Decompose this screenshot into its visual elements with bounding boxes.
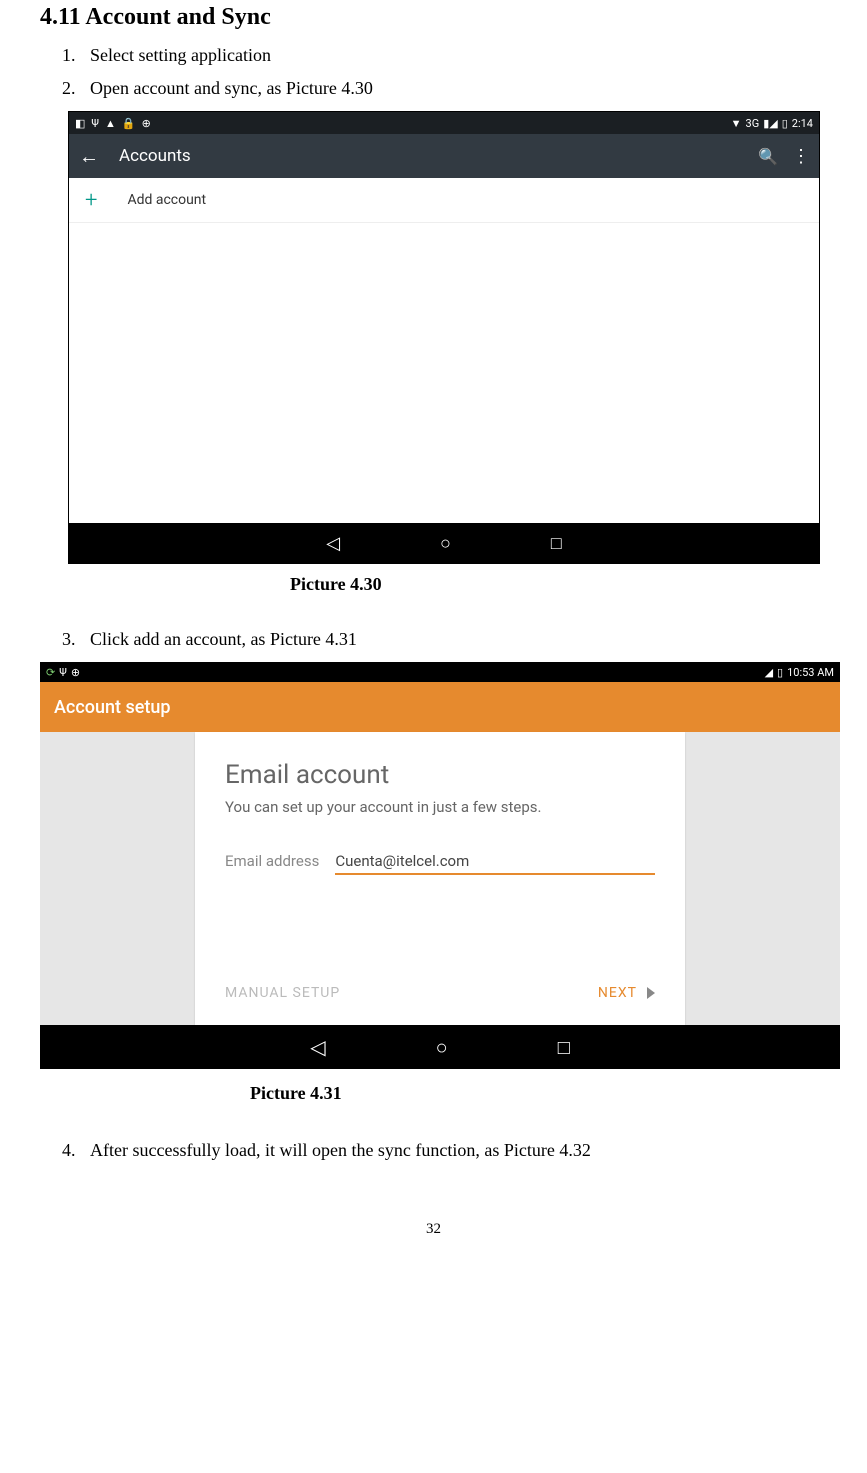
usb-icon: Ψ [59, 666, 67, 679]
step-3: Click add an account, as Picture 4.31 [80, 629, 827, 650]
clock: 10:53 AM [787, 666, 834, 679]
signal-icon: ▮◢ [763, 117, 778, 130]
nav-recent-icon[interactable]: □ [551, 533, 562, 554]
nav-bar: ◁ ○ □ [40, 1025, 840, 1069]
step-2: Open account and sync, as Picture 4.30 [80, 78, 827, 99]
nav-home-icon[interactable]: ○ [440, 533, 451, 554]
sync-icon: ⟳ [46, 666, 55, 679]
steps-list: Select setting application Open account … [60, 45, 827, 99]
nav-back-icon[interactable]: ◁ [310, 1035, 325, 1059]
notification-icon: ◧ [75, 117, 85, 130]
step-4: After successfully load, it will open th… [80, 1140, 827, 1161]
nav-back-icon[interactable]: ◁ [326, 533, 340, 554]
card-title: Email account [225, 760, 655, 790]
screenshot-account-setup: ⟳ Ψ ⊕ ◢ ▯ 10:53 AM Account setup Email a… [40, 662, 840, 1069]
plus-icon: + [85, 188, 97, 213]
step-1: Select setting application [80, 45, 827, 66]
email-input[interactable]: Cuenta@itelcel.com [335, 852, 655, 875]
network-label: 3G [746, 117, 760, 130]
email-field-row: Email address Cuenta@itelcel.com [225, 852, 655, 875]
email-label: Email address [225, 852, 319, 870]
add-account-label: Add account [127, 192, 206, 208]
search-icon[interactable]: 🔍 [758, 147, 778, 166]
empty-area [69, 223, 819, 523]
overflow-menu-icon[interactable]: ⋮ [792, 146, 809, 167]
android-icon: ⊕ [142, 117, 151, 130]
lock-icon: 🔒 [122, 117, 136, 130]
usb-icon: Ψ [91, 117, 99, 130]
steps-list-2: Click add an account, as Picture 4.31 [60, 629, 827, 650]
nav-bar: ◁ ○ □ [69, 523, 819, 563]
caption-430: Picture 4.30 [40, 574, 827, 595]
appbar-title: Accounts [119, 146, 758, 166]
wifi-icon: ▼ [731, 117, 742, 130]
android-icon: ⊕ [71, 666, 80, 679]
manual-setup-button[interactable]: MANUAL SETUP [225, 985, 340, 1001]
setup-header: Account setup [40, 682, 840, 732]
next-button[interactable]: NEXT [598, 985, 655, 1001]
email-card: Email account You can set up your accoun… [195, 732, 685, 1025]
signal-icon: ◢ [765, 666, 773, 679]
status-bar: ⟳ Ψ ⊕ ◢ ▯ 10:53 AM [40, 662, 840, 682]
card-subtitle: You can set up your account in just a fe… [225, 798, 655, 816]
battery-icon: ▯ [782, 117, 788, 130]
battery-icon: ▯ [777, 666, 783, 679]
back-icon[interactable]: ← [79, 144, 99, 169]
chevron-right-icon [647, 987, 655, 999]
nav-recent-icon[interactable]: □ [558, 1035, 570, 1060]
screenshot-accounts: ◧ Ψ ▲ 🔒 ⊕ ▼ 3G ▮◢ ▯ 2:14 ← Accounts 🔍 ⋮ … [68, 111, 820, 564]
caption-431: Picture 4.31 [40, 1083, 827, 1104]
steps-list-3: After successfully load, it will open th… [60, 1140, 827, 1161]
nav-home-icon[interactable]: ○ [436, 1035, 448, 1060]
app-bar: ← Accounts 🔍 ⋮ [69, 134, 819, 178]
content-area: Email account You can set up your accoun… [40, 732, 840, 1025]
clock: 2:14 [792, 117, 813, 130]
debug-icon: ▲ [105, 117, 116, 130]
status-bar: ◧ Ψ ▲ 🔒 ⊕ ▼ 3G ▮◢ ▯ 2:14 [69, 112, 819, 134]
page-number: 32 [40, 1221, 827, 1238]
section-heading: 4.11 Account and Sync [40, 4, 827, 31]
add-account-row[interactable]: + Add account [69, 178, 819, 223]
card-actions: MANUAL SETUP NEXT [225, 985, 655, 1001]
next-label: NEXT [598, 985, 637, 1001]
